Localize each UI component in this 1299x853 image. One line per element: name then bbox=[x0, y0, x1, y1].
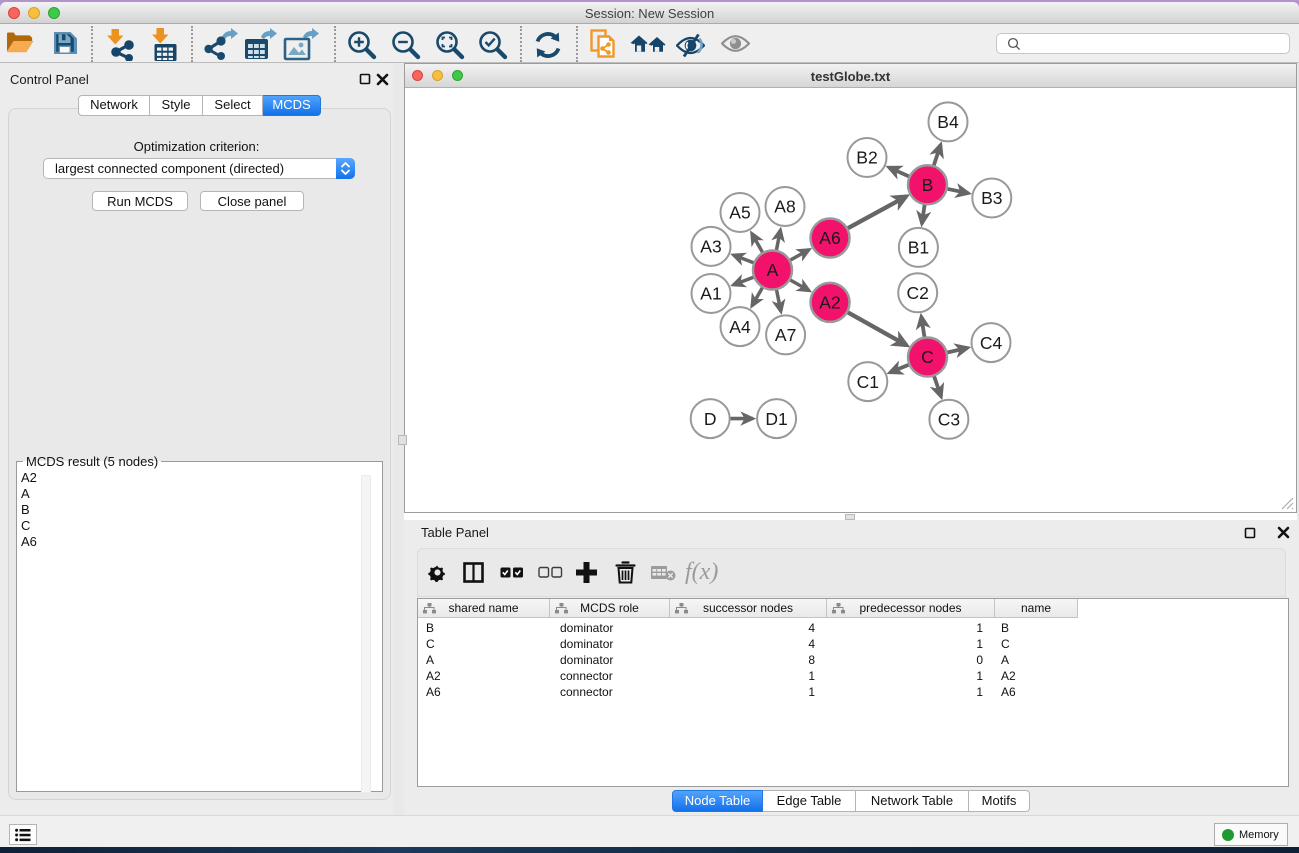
svg-text:A7: A7 bbox=[775, 325, 796, 345]
svg-text:C: C bbox=[921, 347, 934, 367]
svg-text:B3: B3 bbox=[981, 188, 1002, 208]
svg-text:B4: B4 bbox=[937, 112, 959, 132]
svg-text:A5: A5 bbox=[729, 203, 750, 223]
svg-text:A: A bbox=[767, 260, 779, 280]
svg-text:A1: A1 bbox=[700, 284, 721, 304]
svg-text:A3: A3 bbox=[700, 237, 721, 257]
svg-text:D1: D1 bbox=[765, 409, 787, 429]
svg-text:C2: C2 bbox=[907, 283, 929, 303]
svg-text:C3: C3 bbox=[938, 410, 960, 430]
svg-text:B1: B1 bbox=[908, 238, 929, 258]
svg-text:C1: C1 bbox=[857, 372, 879, 392]
svg-text:A8: A8 bbox=[774, 197, 795, 217]
svg-text:B: B bbox=[922, 175, 934, 195]
svg-text:B2: B2 bbox=[856, 148, 877, 168]
svg-text:A6: A6 bbox=[819, 228, 840, 248]
svg-text:A2: A2 bbox=[819, 293, 840, 313]
svg-text:C4: C4 bbox=[980, 333, 1003, 353]
svg-text:A4: A4 bbox=[729, 317, 751, 337]
svg-text:D: D bbox=[704, 409, 717, 429]
